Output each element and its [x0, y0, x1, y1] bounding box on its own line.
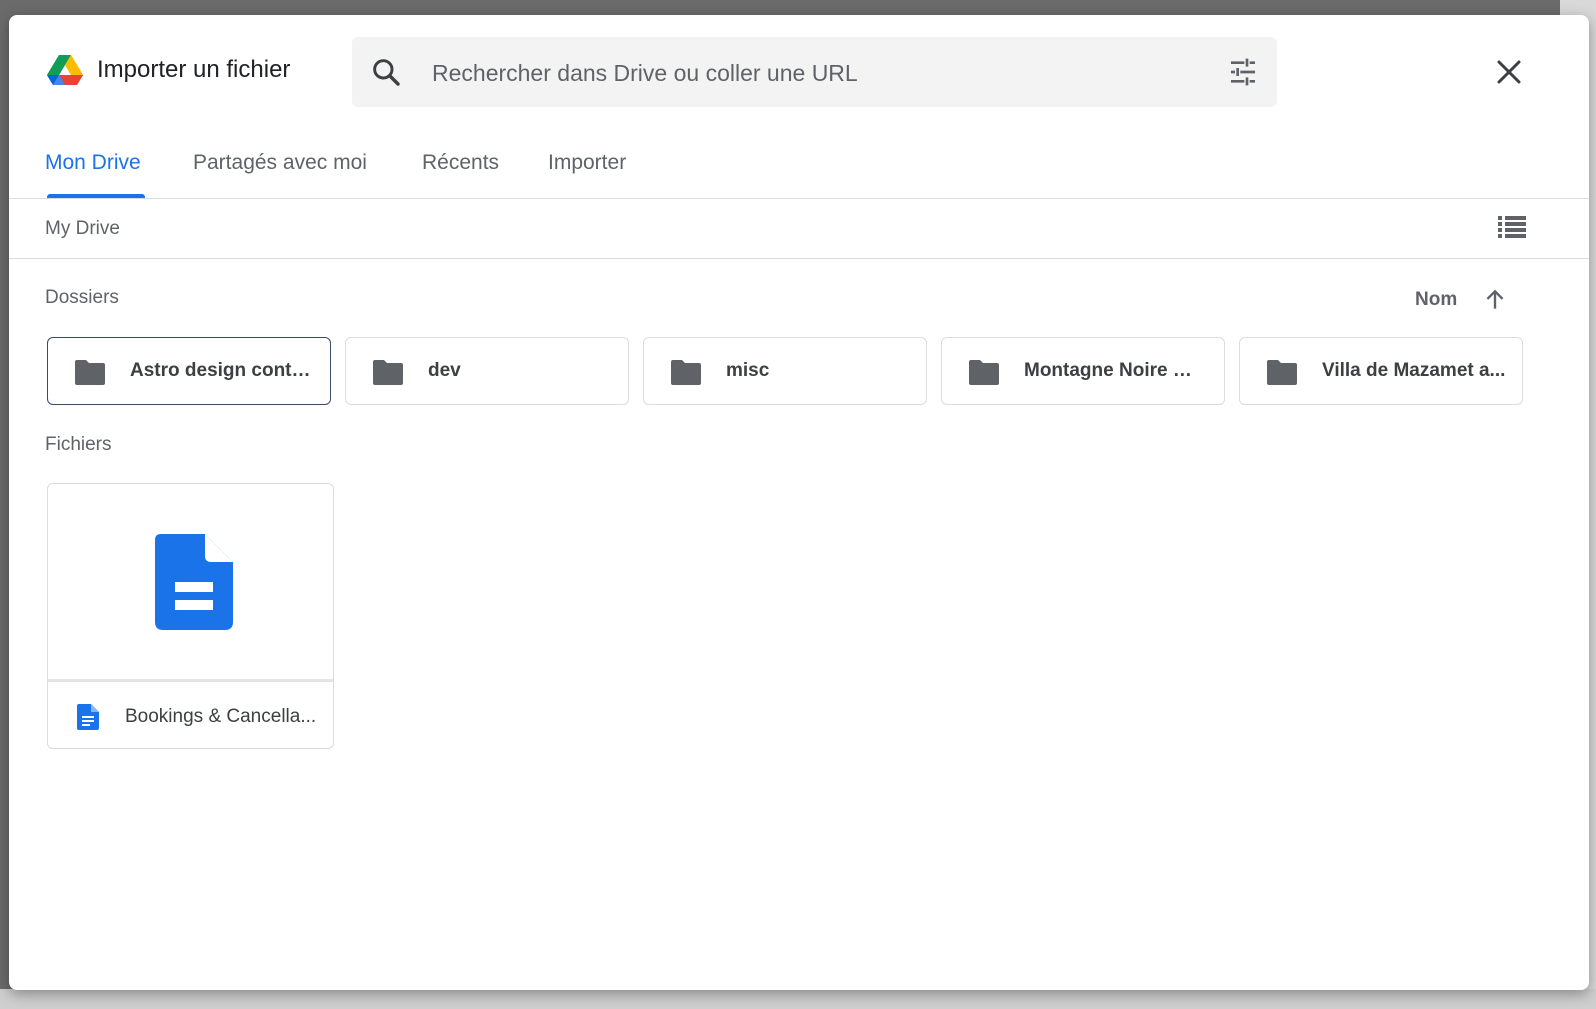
folder-name: dev: [428, 360, 461, 381]
background-sheet-bottom: [0, 989, 1596, 1009]
folder-name: misc: [726, 360, 770, 381]
tab-partages-avec-moi[interactable]: Partagés avec moi: [193, 151, 367, 175]
folder-name: Astro design conte...: [130, 360, 314, 381]
sort-label: Nom: [1415, 289, 1458, 310]
search-bar: [352, 37, 1277, 109]
close-icon[interactable]: [1494, 57, 1524, 87]
folder-name: Montagne Noire We...: [1024, 360, 1208, 381]
folder-icon: [1267, 360, 1297, 385]
tune-icon[interactable]: [1227, 56, 1259, 88]
tab-importer[interactable]: Importer: [548, 151, 626, 175]
breadcrumb-bar: My Drive: [9, 199, 1589, 259]
tab-recents[interactable]: Récents: [422, 151, 499, 175]
folder-item[interactable]: dev: [345, 337, 629, 405]
folders-section-label: Dossiers: [45, 287, 119, 308]
breadcrumb[interactable]: My Drive: [45, 218, 120, 240]
search-input[interactable]: [430, 37, 1194, 109]
folder-item[interactable]: misc: [643, 337, 927, 405]
folder-icon: [373, 360, 403, 385]
files-section-label: Fichiers: [45, 434, 112, 455]
tab-mon-drive[interactable]: Mon Drive: [45, 151, 141, 175]
dialog-title: Importer un fichier: [97, 56, 291, 83]
google-docs-icon: [155, 534, 233, 630]
folder-name: Villa de Mazamet a...: [1322, 360, 1506, 381]
active-tab-indicator: [47, 194, 145, 198]
tab-bar: Mon Drive Partagés avec moi Récents Impo…: [9, 130, 1589, 199]
folder-item[interactable]: Villa de Mazamet a...: [1239, 337, 1523, 405]
google-drive-logo: [47, 55, 83, 85]
folder-icon: [969, 360, 999, 385]
file-thumbnail: [48, 484, 333, 682]
import-file-dialog: Importer un fichier Rechercher dans Driv…: [9, 15, 1589, 990]
folder-item[interactable]: Astro design conte...: [47, 337, 331, 405]
folder-icon: [75, 360, 105, 385]
dialog-header: Importer un fichier: [9, 15, 1589, 130]
arrow-up-icon: [1486, 289, 1504, 309]
sort-by-name-button[interactable]: Nom: [1415, 285, 1508, 315]
folder-icon: [671, 360, 701, 385]
google-docs-icon: [77, 704, 99, 730]
list-view-icon[interactable]: [1497, 214, 1527, 240]
search-icon[interactable]: [370, 56, 402, 88]
file-name: Bookings & Cancella...: [125, 706, 317, 727]
folder-item[interactable]: Montagne Noire We...: [941, 337, 1225, 405]
file-card[interactable]: Bookings & Cancella...: [47, 483, 334, 749]
